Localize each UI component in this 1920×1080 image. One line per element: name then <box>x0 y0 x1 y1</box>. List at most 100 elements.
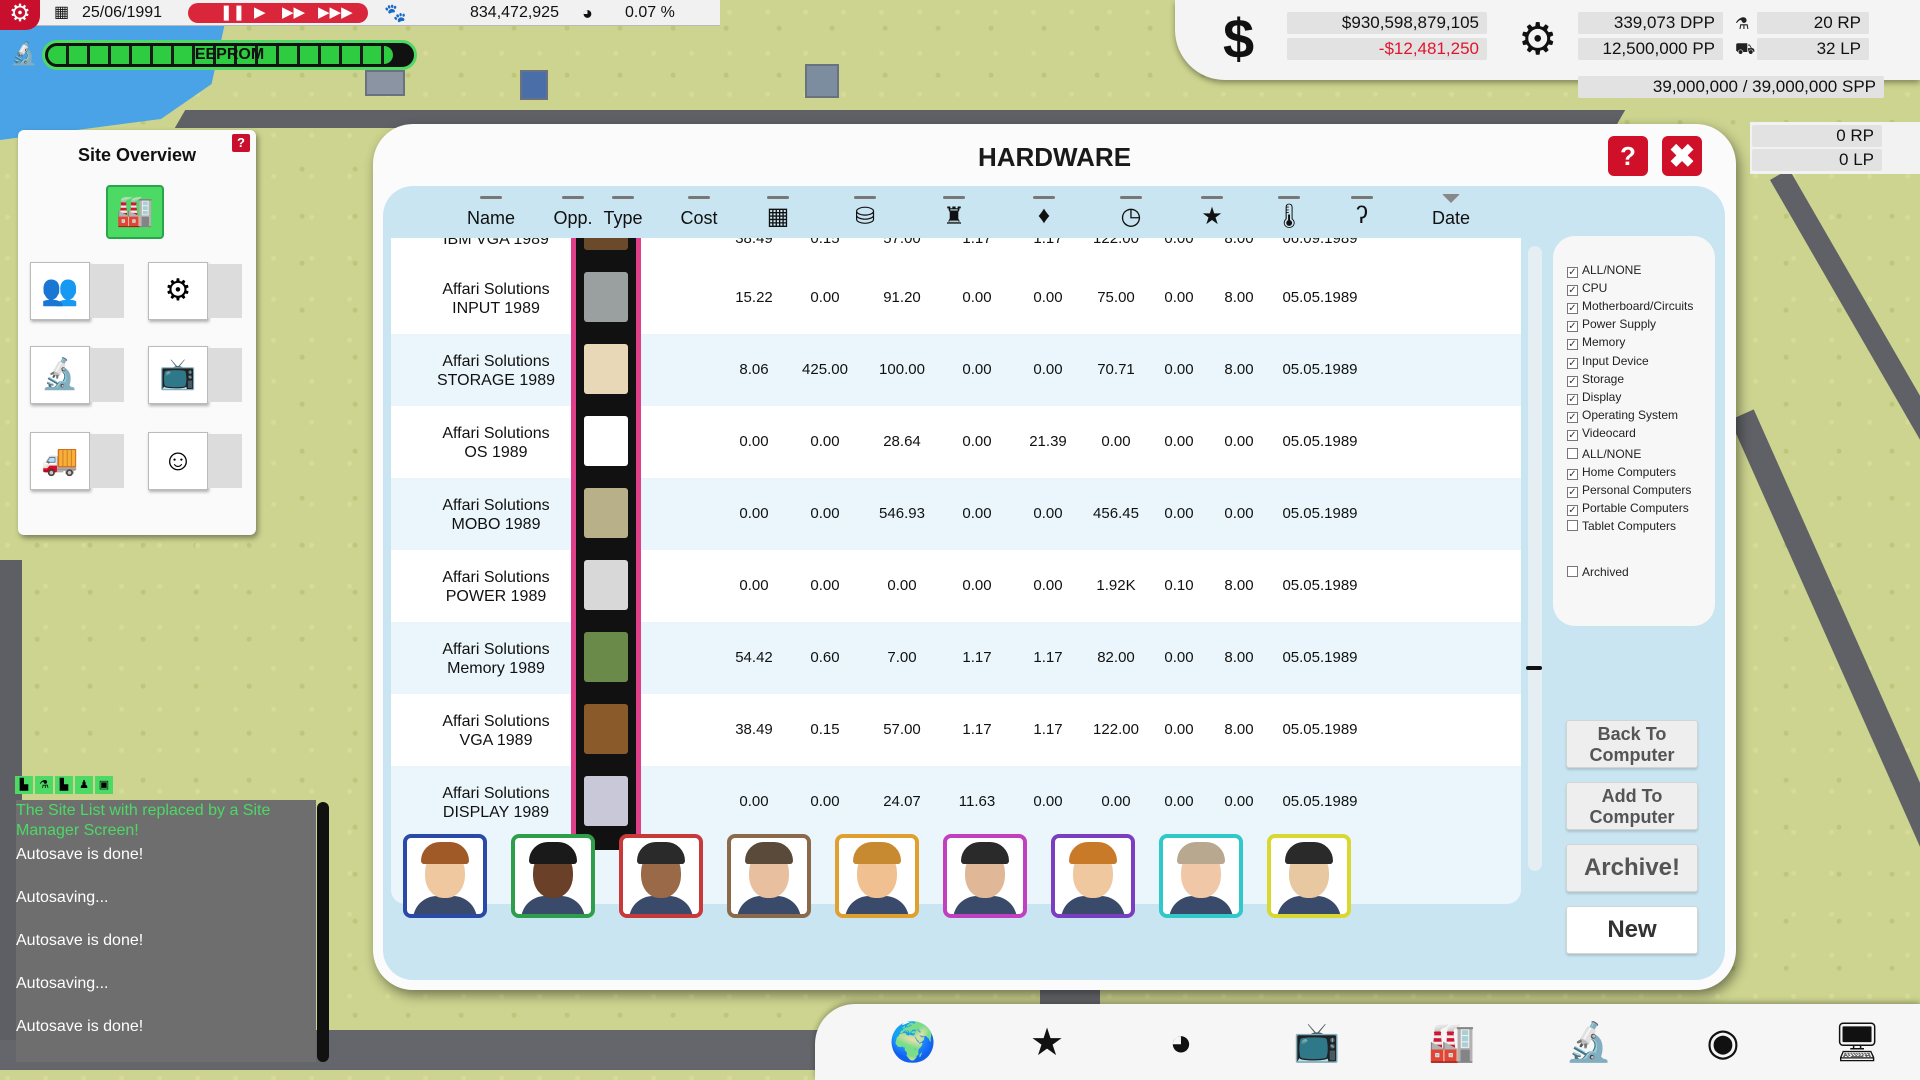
table-row[interactable]: Affari Solutions MOBO 1989 0.00 0.00 546.93 0… <box>391 478 1521 550</box>
factory-tab-icon[interactable]: ▙ <box>15 776 33 794</box>
table-row[interactable]: IBM VGA 1989 38.49 0.15 57.00 1.17 1.17 … <box>391 238 1521 262</box>
checkbox-icon[interactable]: ✓ <box>1567 505 1578 516</box>
new-button[interactable]: New <box>1566 906 1698 954</box>
filter-checkbox[interactable]: ✓ Portable Computers <box>1567 500 1689 516</box>
star-column-icon[interactable]: ★ <box>1187 196 1237 231</box>
designer-portrait[interactable] <box>1159 834 1243 918</box>
log-scrollbar[interactable] <box>317 802 329 1062</box>
microscope-icon[interactable]: 🔬 <box>1559 1020 1619 1066</box>
filter-checkbox[interactable]: ✓ CPU <box>1567 280 1607 297</box>
pause-icon[interactable]: ❚❚ <box>220 3 245 23</box>
star-icon[interactable]: ★ <box>1017 1020 1077 1066</box>
checkbox-icon[interactable]: ✓ <box>1567 469 1578 480</box>
diamond-column-icon[interactable]: ♦ <box>1019 196 1069 230</box>
settings-gear-icon[interactable]: ⚙ <box>0 0 40 30</box>
back-to-computer-button[interactable]: Back To Computer <box>1566 720 1698 768</box>
disc-icon[interactable]: ◉ <box>1693 1020 1753 1066</box>
add-to-computer-button[interactable]: Add To Computer <box>1566 782 1698 830</box>
table-scrollbar[interactable] <box>1526 246 1542 871</box>
column-name[interactable]: Name <box>451 196 531 229</box>
designer-portrait[interactable] <box>619 834 703 918</box>
filter-checkbox[interactable]: ✓ Motherboard/Circuits <box>1567 298 1693 315</box>
filter-checkbox[interactable]: ✓ Input Device <box>1567 353 1649 369</box>
checkbox-icon[interactable]: ✓ <box>1567 411 1578 423</box>
play-icon[interactable]: ▶ <box>254 3 266 23</box>
checkbox-icon[interactable]: ✓ <box>1567 321 1578 333</box>
thermometer-column-icon[interactable]: 🌡 <box>1264 196 1314 231</box>
factory-icon[interactable]: 🏭 <box>1422 1020 1482 1066</box>
fast-forward-icon[interactable]: ▶▶ <box>282 3 305 23</box>
designer-portrait[interactable] <box>835 834 919 918</box>
designer-portrait[interactable] <box>727 834 811 918</box>
table-row[interactable]: Affari Solutions INPUT 1989 15.22 0.00 91.20… <box>391 262 1521 334</box>
filter-checkbox[interactable]: ✓ ALL/NONE <box>1567 262 1641 278</box>
column-opp[interactable]: Opp. <box>551 196 595 229</box>
research-progress[interactable]: 🔬 EEPROM <box>10 36 417 74</box>
column-cost[interactable]: Cost <box>674 196 724 229</box>
table-row[interactable]: Affari Solutions DISPLAY 1989 0.00 0.00 24.0… <box>391 766 1521 838</box>
checkbox-icon[interactable]: ✓ <box>1567 267 1578 278</box>
checkbox-icon[interactable] <box>1567 520 1578 531</box>
staff-button[interactable]: 👥 <box>30 262 124 320</box>
scrollbar-thumb[interactable] <box>1526 666 1542 670</box>
checkbox-icon[interactable]: ✓ <box>1567 487 1578 498</box>
help-button[interactable]: ? <box>232 134 250 152</box>
tv-icon[interactable]: 📺 <box>1287 1020 1347 1066</box>
production-gear-icon[interactable]: ⚙ <box>1518 14 1557 65</box>
checkbox-icon[interactable] <box>1567 566 1578 577</box>
designer-portrait[interactable] <box>511 834 595 918</box>
close-button[interactable]: ✖ <box>1662 136 1702 176</box>
timer-column-icon[interactable]: ◷ <box>1106 196 1156 231</box>
research-button[interactable]: 🔬 <box>30 346 124 404</box>
designer-portrait[interactable] <box>943 834 1027 918</box>
table-row[interactable]: Affari Solutions STORAGE 1989 8.06 425.00 10… <box>391 334 1521 406</box>
help-button[interactable]: ? <box>1608 136 1648 176</box>
checkbox-icon[interactable]: ✓ <box>1567 393 1578 405</box>
filter-checkbox[interactable]: ✓ Storage <box>1567 371 1624 387</box>
filter-checkbox[interactable]: ✓ Personal Computers <box>1567 482 1691 498</box>
checkbox-icon[interactable]: ✓ <box>1567 285 1578 297</box>
archived-checkbox[interactable]: Archived <box>1567 564 1629 580</box>
table-row[interactable]: Affari Solutions Memory 1989 54.42 0.60 7.00… <box>391 622 1521 694</box>
production-button[interactable]: ⚙ <box>148 262 242 320</box>
filter-checkbox[interactable]: ALL/NONE <box>1567 446 1641 462</box>
factory-column-icon[interactable]: ♜ <box>929 196 979 231</box>
archive-button[interactable]: Archive! <box>1566 844 1698 892</box>
designer-portrait[interactable] <box>403 834 487 918</box>
dollar-icon[interactable]: $ <box>1223 6 1254 71</box>
filter-checkbox[interactable]: ✓ Memory <box>1567 334 1625 351</box>
filter-checkbox[interactable]: Tablet Computers <box>1567 518 1676 534</box>
storage-column-icon[interactable]: ⛁ <box>840 196 890 231</box>
designer-portrait[interactable] <box>1267 834 1351 918</box>
checkbox-icon[interactable] <box>1567 448 1578 459</box>
marketing-button[interactable]: 📺 <box>148 346 242 404</box>
filter-checkbox[interactable]: ✓ Operating System <box>1567 407 1678 423</box>
people-tab-icon[interactable]: ♟ <box>75 776 93 794</box>
happiness-button[interactable]: ☺ <box>148 432 242 490</box>
map-building[interactable] <box>805 64 839 98</box>
filter-checkbox[interactable]: ✓ Power Supply <box>1567 316 1656 333</box>
fastest-forward-icon[interactable]: ▶▶▶ <box>318 3 353 23</box>
cpu-column-icon[interactable]: ▦ <box>753 196 803 231</box>
table-row[interactable]: Affari Solutions POWER 1989 0.00 0.00 0.00 0.… <box>391 550 1521 622</box>
pie-chart-icon[interactable]: ◕ <box>1151 1020 1211 1066</box>
column-date[interactable]: Date <box>1421 194 1481 229</box>
map-building[interactable] <box>520 70 548 100</box>
factory-tab-icon[interactable]: ▙ <box>55 776 73 794</box>
table-row[interactable]: Affari Solutions VGA 1989 38.49 0.15 57.00 1.… <box>391 694 1521 766</box>
game-speed-controls[interactable]: ❚❚ ▶ ▶▶ ▶▶▶ <box>188 3 368 23</box>
table-row[interactable]: Affari Solutions OS 1989 0.00 0.00 28.64 0.00… <box>391 406 1521 478</box>
world-map-icon[interactable]: 🌍 <box>883 1020 943 1066</box>
checkbox-icon[interactable]: ✓ <box>1567 303 1578 315</box>
filter-checkbox[interactable]: ✓ Home Computers <box>1567 464 1676 480</box>
computer-icon[interactable]: 🖥 <box>1827 1020 1887 1066</box>
research-tab-icon[interactable]: ⚗ <box>35 776 53 794</box>
designer-portrait[interactable] <box>1051 834 1135 918</box>
logistics-button[interactable]: 🚚 <box>30 432 124 490</box>
column-type[interactable]: Type <box>601 196 645 229</box>
filter-checkbox[interactable]: ✓ Videocard <box>1567 425 1636 441</box>
checkbox-icon[interactable]: ✓ <box>1567 429 1578 441</box>
ear-column-icon[interactable]: ʔ <box>1337 196 1387 230</box>
checkbox-icon[interactable]: ✓ <box>1567 375 1578 387</box>
checkbox-icon[interactable]: ✓ <box>1567 339 1578 351</box>
